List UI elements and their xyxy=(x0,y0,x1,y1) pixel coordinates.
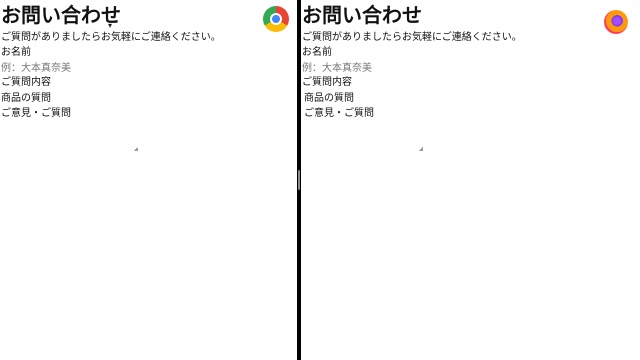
question-content-label: ご質問内容 xyxy=(302,77,352,88)
resize-handle-icon[interactable] xyxy=(419,147,423,151)
select-option[interactable]: ご意見・ご質問 xyxy=(301,106,421,121)
page-title: お問い合わせ xyxy=(1,3,121,27)
mouse-cursor-icon: ▾ xyxy=(108,21,113,30)
firefox-pane: お問い合わせ ご質問がありましたらお気軽にご連絡ください。 お名前 ご質問内容 … xyxy=(301,0,640,360)
question-type-select[interactable]: 商品の質問 ご意見・ご質問 xyxy=(301,91,421,123)
name-label: お名前 xyxy=(302,47,332,58)
question-type-select[interactable]: 商品の質問 ご意見・ご質問 xyxy=(0,91,120,123)
name-input[interactable] xyxy=(0,61,151,76)
firefox-icon xyxy=(604,10,628,34)
chrome-icon xyxy=(263,6,289,32)
message-textarea[interactable] xyxy=(301,123,423,151)
name-label: お名前 xyxy=(1,47,31,58)
intro-text: ご質問がありましたらお気軽にご連絡ください。 xyxy=(302,32,522,43)
chrome-pane: お問い合わせ ▾ ご質問がありましたらお気軽にご連絡ください。 お名前 ご質問内… xyxy=(0,0,297,360)
select-option[interactable]: ご意見・ご質問 xyxy=(0,106,120,121)
select-option[interactable]: 商品の質問 xyxy=(301,91,421,106)
page-title: お問い合わせ xyxy=(302,3,422,27)
name-input[interactable] xyxy=(301,61,452,76)
divider-handle[interactable] xyxy=(298,170,300,190)
message-textarea[interactable] xyxy=(0,123,138,151)
resize-handle-icon[interactable] xyxy=(134,147,138,151)
select-option[interactable]: 商品の質問 xyxy=(0,91,120,106)
question-content-label: ご質問内容 xyxy=(1,77,51,88)
intro-text: ご質問がありましたらお気軽にご連絡ください。 xyxy=(1,32,221,43)
